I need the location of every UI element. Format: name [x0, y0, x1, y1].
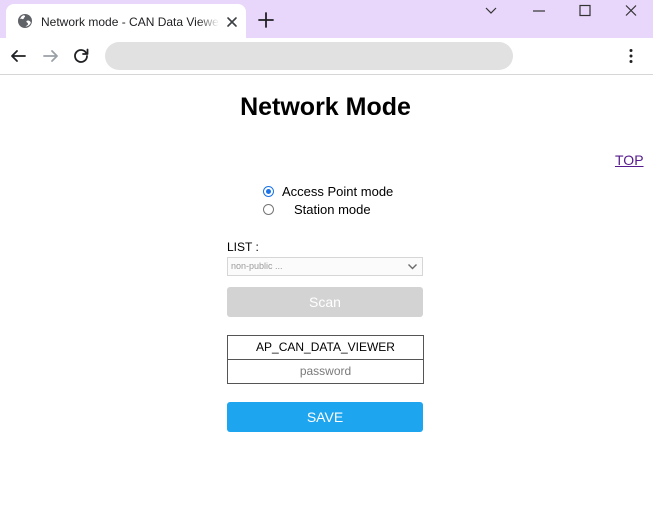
- chevron-down-icon: [408, 264, 417, 270]
- browser-titlebar: Network mode - CAN Data Viewer: [0, 0, 653, 38]
- reload-icon[interactable]: [72, 47, 90, 65]
- globe-icon: [18, 14, 32, 28]
- window-close-icon[interactable]: [620, 2, 642, 20]
- top-link[interactable]: TOP: [615, 152, 644, 168]
- forward-arrow-icon[interactable]: [42, 47, 60, 65]
- page-title: Network Mode: [240, 93, 411, 121]
- station-mode-option[interactable]: Station mode: [263, 200, 371, 218]
- page-content: Network Mode TOP Access Point mode Stati…: [0, 76, 653, 508]
- station-mode-label: Station mode: [294, 201, 371, 217]
- kebab-menu-icon[interactable]: [622, 47, 640, 65]
- network-list-selected: non-public ...: [231, 261, 283, 271]
- station-mode-radio[interactable]: [263, 203, 274, 215]
- tab-title: Network mode - CAN Data Viewer: [41, 15, 219, 29]
- access-point-mode-label: Access Point mode: [282, 183, 394, 199]
- close-icon[interactable]: [224, 14, 240, 30]
- network-list-select[interactable]: non-public ...: [227, 257, 423, 276]
- chevron-down-icon[interactable]: [480, 2, 502, 20]
- scan-button[interactable]: Scan: [227, 287, 423, 317]
- password-input[interactable]: password: [227, 359, 424, 384]
- minimize-icon[interactable]: [528, 2, 550, 20]
- access-point-mode-radio[interactable]: [263, 185, 274, 197]
- save-button[interactable]: SAVE: [227, 402, 423, 432]
- browser-toolbar: [0, 38, 653, 75]
- address-bar[interactable]: [105, 42, 513, 70]
- back-arrow-icon[interactable]: [9, 47, 27, 65]
- access-point-mode-option[interactable]: Access Point mode: [263, 182, 393, 200]
- browser-tab[interactable]: Network mode - CAN Data Viewer: [6, 4, 246, 38]
- list-label: LIST :: [227, 240, 259, 254]
- plus-icon[interactable]: [257, 11, 275, 29]
- ssid-input[interactable]: AP_CAN_DATA_VIEWER: [227, 335, 424, 360]
- maximize-icon[interactable]: [574, 2, 596, 20]
